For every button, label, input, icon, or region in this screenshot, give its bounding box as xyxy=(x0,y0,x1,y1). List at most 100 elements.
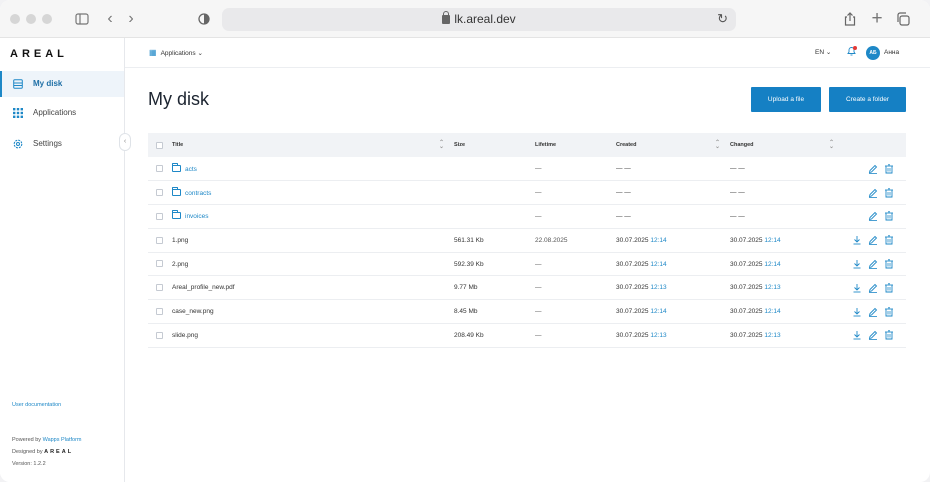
notification-badge xyxy=(853,46,857,50)
download-icon[interactable] xyxy=(852,235,862,245)
grid-icon: ▦ xyxy=(149,48,157,57)
delete-icon[interactable] xyxy=(884,188,894,198)
reload-icon[interactable]: ↻ xyxy=(717,11,728,27)
areal-logo[interactable]: AREAL xyxy=(10,48,68,60)
delete-icon[interactable] xyxy=(884,330,894,340)
table-row[interactable]: 1.png 561.31 Kb 22.08.2025 30.07.2025 12:14… xyxy=(148,228,906,253)
row-checkbox[interactable] xyxy=(156,212,163,220)
column-created[interactable]: Created ⌃ ⌄ xyxy=(616,133,730,157)
edit-icon[interactable] xyxy=(868,188,878,198)
sidebar-item-my-disk[interactable]: My disk xyxy=(0,71,124,97)
created-date: 30.07.2025 xyxy=(616,331,649,339)
column-lifetime[interactable]: Lifetime xyxy=(535,133,616,157)
row-checkbox[interactable] xyxy=(156,308,163,316)
changed-date: 30.07.2025 xyxy=(730,308,763,316)
sidebar-item-label: Applications xyxy=(33,108,77,117)
forward-icon[interactable]: › xyxy=(124,9,138,29)
edit-icon[interactable] xyxy=(868,330,878,341)
browser-window: ‹ › lk.areal.dev ↻ + AREAL My disk Appli… xyxy=(0,0,930,482)
sidebar: AREAL My disk Applications Settings User… xyxy=(0,38,125,482)
table-row[interactable]: contracts — — — — — xyxy=(148,181,906,205)
cell-size: 208.49 Kb xyxy=(454,331,484,339)
user-documentation-link[interactable]: User documentation xyxy=(12,402,61,408)
edit-icon[interactable] xyxy=(868,259,878,269)
table-row[interactable]: case_new.png 8.45 Mb —30.07.2025 12:14 30.0… xyxy=(148,300,906,324)
user-name[interactable]: Анна xyxy=(884,49,899,56)
sort-icon[interactable]: ⌃ ⌄ xyxy=(715,140,720,150)
table-row[interactable]: invoices — — — — — xyxy=(148,205,906,229)
sidebar-toggle-icon[interactable] xyxy=(72,9,92,29)
column-size[interactable]: Size xyxy=(454,133,535,157)
row-checkbox[interactable] xyxy=(156,165,163,173)
sidebar-item-settings[interactable]: Settings xyxy=(0,131,124,157)
collapse-sidebar-button[interactable]: ‹ xyxy=(119,133,131,151)
cell-created: 30.07.2025 12:13 xyxy=(616,324,730,348)
delete-icon[interactable] xyxy=(884,211,894,221)
sort-icon[interactable]: ⌃ ⌄ xyxy=(829,140,834,150)
row-checkbox[interactable] xyxy=(156,331,163,339)
changed-time: 12:14 xyxy=(764,236,781,244)
download-icon[interactable] xyxy=(852,283,862,293)
row-actions xyxy=(844,252,906,276)
sort-icon[interactable]: ⌃ ⌄ xyxy=(439,140,444,150)
create-folder-button[interactable]: Create a folder xyxy=(829,87,906,112)
delete-icon[interactable] xyxy=(884,283,894,293)
file-name[interactable]: case_new.png xyxy=(172,308,214,315)
maximize-window-dot[interactable] xyxy=(42,14,52,24)
select-all-checkbox[interactable] xyxy=(156,141,163,149)
folder-name[interactable]: contracts xyxy=(185,190,211,197)
file-name[interactable]: slide.png xyxy=(172,332,198,339)
edit-icon[interactable] xyxy=(868,283,878,293)
cell-changed: — — xyxy=(730,181,844,205)
folder-name[interactable]: invoices xyxy=(185,213,208,220)
edit-icon[interactable] xyxy=(868,211,878,222)
share-icon[interactable] xyxy=(842,9,858,29)
edit-icon[interactable] xyxy=(868,235,878,246)
download-icon[interactable] xyxy=(852,330,862,340)
file-name[interactable]: 1.png xyxy=(172,237,188,244)
delete-icon[interactable] xyxy=(884,307,894,317)
minimize-window-dot[interactable] xyxy=(26,14,36,24)
edit-icon[interactable] xyxy=(868,307,878,317)
file-name[interactable]: 2.png xyxy=(172,261,188,268)
new-tab-icon[interactable]: + xyxy=(869,9,885,29)
back-icon[interactable]: ‹ xyxy=(103,9,117,29)
column-title[interactable]: Title ⌃ ⌄ xyxy=(172,133,454,157)
row-checkbox[interactable] xyxy=(156,236,163,244)
delete-icon[interactable] xyxy=(884,259,894,269)
avatar[interactable]: АБ xyxy=(866,46,880,60)
download-icon[interactable] xyxy=(852,307,862,317)
folder-name[interactable]: acts xyxy=(185,166,197,173)
upload-file-button[interactable]: Upload a file xyxy=(751,87,821,112)
download-icon[interactable] xyxy=(852,259,862,269)
row-checkbox[interactable] xyxy=(156,260,163,268)
table-row[interactable]: Areal_profile_new.pdf 9.77 Mb — 30.07.2025 … xyxy=(148,276,906,300)
table-row[interactable]: 2.png 592.39 Kb —30.07.2025 12:14 30.07.202… xyxy=(148,252,906,276)
created-date: — — xyxy=(616,189,631,197)
table-row[interactable]: slide.png 208.49 Kb —30.07.2025 12:13 30.07… xyxy=(148,324,906,348)
cell-lifetime: 22.08.2025 xyxy=(535,236,568,244)
row-checkbox[interactable] xyxy=(156,189,163,197)
close-window-dot[interactable] xyxy=(10,14,20,24)
grid-icon xyxy=(13,108,23,118)
delete-icon[interactable] xyxy=(884,163,894,174)
column-changed[interactable]: Changed ⌃ ⌄ xyxy=(730,133,844,157)
changed-date: — — xyxy=(730,189,745,197)
edit-icon[interactable] xyxy=(868,164,878,174)
cell-created: 30.07.2025 12:13 xyxy=(616,276,730,300)
sidebar-item-label: Settings xyxy=(33,139,62,148)
file-name[interactable]: Areal_profile_new.pdf xyxy=(172,284,235,291)
folder-icon xyxy=(172,162,181,172)
row-checkbox[interactable] xyxy=(156,284,163,292)
applications-dropdown[interactable]: ▦ Applications ⌄ xyxy=(149,48,203,57)
delete-icon[interactable] xyxy=(884,235,894,245)
address-bar[interactable]: lk.areal.dev ↻ xyxy=(222,8,736,31)
powered-by: Powered by Wapps Platform xyxy=(12,437,82,443)
privacy-shield-icon[interactable] xyxy=(196,9,212,29)
tabs-overview-icon[interactable] xyxy=(895,9,911,29)
wapps-platform-link[interactable]: Wapps Platform xyxy=(43,437,82,443)
language-selector[interactable]: EN ⌄ xyxy=(815,48,831,56)
table-row[interactable]: acts — — — — — xyxy=(148,157,906,181)
sidebar-item-applications[interactable]: Applications xyxy=(0,100,124,126)
table-header: Title ⌃ ⌄ Size Lifetime Created ⌃ ⌄ Changed ⌃… xyxy=(148,133,906,157)
